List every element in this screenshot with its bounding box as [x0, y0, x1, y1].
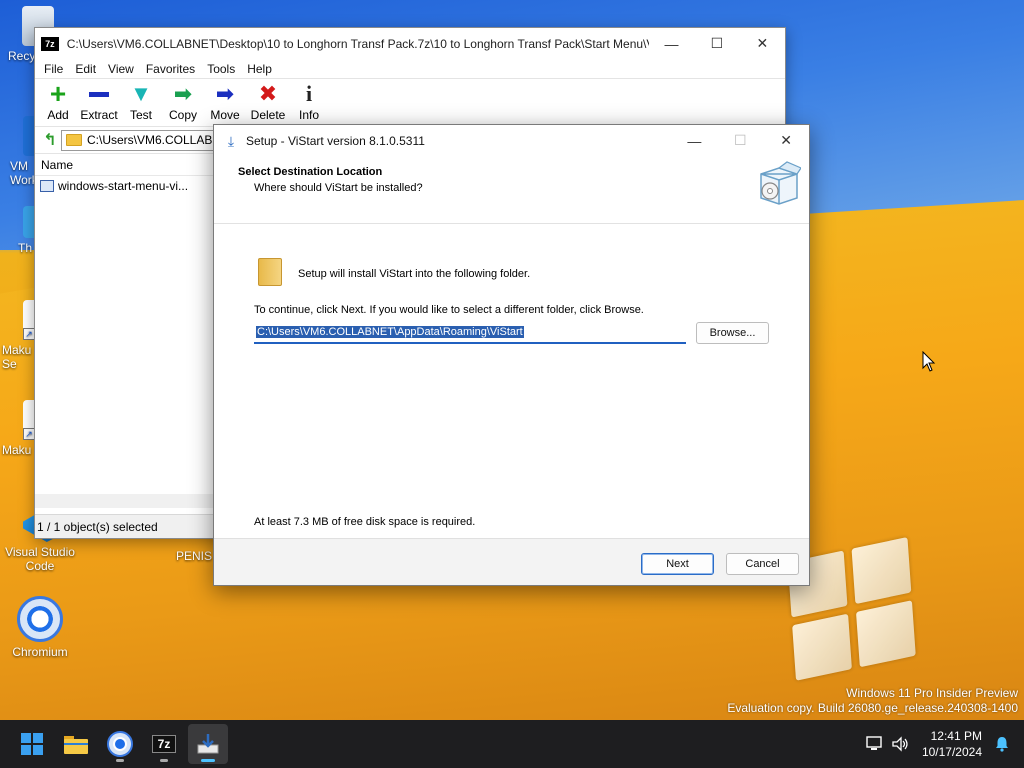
delete-button[interactable]: ✖ Delete	[246, 79, 290, 126]
extract-button[interactable]: Extract	[78, 79, 120, 126]
chromium-icon	[17, 596, 63, 642]
disk-space-text: At least 7.3 MB of free disk space is re…	[254, 516, 476, 528]
taskbar-file-explorer[interactable]	[56, 724, 96, 764]
minimize-button[interactable]: —	[671, 125, 717, 156]
cancel-button[interactable]: Cancel	[726, 553, 799, 575]
move-button[interactable]: ➡ Move	[204, 79, 246, 126]
info-button[interactable]: i Info	[290, 79, 328, 126]
move-label: Move	[210, 108, 240, 122]
desktop-icon-label: Maku Se	[2, 343, 32, 371]
os-watermark: Windows 11 Pro Insider Preview Evaluatio…	[727, 686, 1018, 716]
close-button[interactable]: ✕	[763, 125, 809, 156]
7zip-titlebar[interactable]: 7z C:\Users\VM6.COLLABNET\Desktop\10 to …	[35, 28, 785, 59]
file-icon	[40, 179, 54, 192]
up-folder-icon[interactable]: ↰	[39, 130, 61, 150]
test-button[interactable]: ▼ Test	[120, 79, 162, 126]
network-icon[interactable]	[866, 736, 884, 752]
setup-titlebar[interactable]: ⤓ Setup - ViStart version 8.1.0.5311 — ☐…	[214, 125, 809, 156]
destination-path-value: C:\Users\VM6.COLLABNET\AppData\Roaming\V…	[256, 326, 524, 338]
desktop-icon-label: Visual Studio Code	[5, 545, 75, 573]
delete-icon: ✖	[258, 81, 278, 106]
extract-label: Extract	[80, 108, 118, 122]
mouse-cursor-icon	[922, 351, 936, 372]
running-indicator	[116, 759, 124, 762]
7zip-menubar: File Edit View Favorites Tools Help	[35, 59, 785, 79]
setup-footer: Next Cancel	[214, 538, 809, 585]
close-button[interactable]: ✕	[740, 28, 785, 59]
menu-help[interactable]: Help	[241, 62, 278, 76]
clock-time: 12:41 PM	[930, 729, 982, 743]
page-subheading: Where should ViStart be installed?	[254, 182, 423, 194]
browse-button[interactable]: Browse...	[696, 322, 769, 344]
taskbar: 7z 12:41 PM 10/17/2024	[0, 720, 1024, 768]
maximize-button[interactable]: ☐	[694, 28, 739, 59]
setup-header: Select Destination Location Where should…	[214, 156, 809, 224]
menu-edit[interactable]: Edit	[69, 62, 102, 76]
notification-bell-icon[interactable]	[994, 736, 1010, 752]
setup-dialog: ⤓ Setup - ViStart version 8.1.0.5311 — ☐…	[213, 124, 810, 586]
taskbar-chromium[interactable]	[100, 724, 140, 764]
start-button[interactable]	[12, 724, 52, 764]
menu-file[interactable]: File	[38, 62, 69, 76]
watermark-line1: Windows 11 Pro Insider Preview	[846, 686, 1018, 700]
copy-button[interactable]: ➡ Copy	[162, 79, 204, 126]
install-info-text: Setup will install ViStart into the foll…	[298, 268, 531, 280]
column-name-label: Name	[41, 157, 74, 172]
7zip-logo-icon: 7z	[41, 36, 59, 51]
taskbar-7zip[interactable]: 7z	[144, 724, 184, 764]
menu-favorites[interactable]: Favorites	[140, 62, 201, 76]
copy-icon: ➡	[173, 81, 193, 106]
7zip-icon: 7z	[152, 735, 176, 753]
add-icon: +	[49, 78, 67, 109]
7zip-window-title: C:\Users\VM6.COLLABNET\Desktop\10 to Lon…	[66, 36, 649, 51]
menu-view[interactable]: View	[102, 62, 140, 76]
info-icon: i	[305, 81, 313, 106]
desktop-icon-chromium[interactable]: Chromium	[2, 596, 78, 659]
menu-tools[interactable]: Tools	[201, 62, 241, 76]
maximize-button: ☐	[733, 132, 747, 148]
installer-icon: ⤓	[227, 132, 235, 149]
copy-label: Copy	[168, 108, 197, 122]
taskbar-setup[interactable]	[188, 724, 228, 764]
setup-body: Setup will install ViStart into the foll…	[214, 224, 809, 540]
extract-icon	[87, 82, 111, 106]
minimize-button[interactable]: —	[649, 28, 694, 59]
destination-path-input[interactable]: C:\Users\VM6.COLLABNET\AppData\Roaming\V…	[254, 322, 686, 344]
folder-icon	[66, 134, 82, 146]
next-button[interactable]: Next	[641, 553, 714, 575]
status-text: 1 / 1 object(s) selected	[37, 519, 158, 534]
add-button[interactable]: + Add	[38, 79, 78, 126]
running-indicator	[160, 759, 168, 762]
volume-icon[interactable]	[892, 736, 910, 752]
watermark-line2: Evaluation copy. Build 26080.ge_release.…	[727, 701, 1018, 715]
clock-date: 10/17/2024	[921, 745, 982, 759]
installer-icon	[197, 734, 219, 754]
address-text: C:\Users\VM6.COLLABNE	[87, 133, 230, 147]
file-name: windows-start-menu-vi...	[58, 178, 189, 193]
active-indicator	[201, 759, 215, 762]
info-label: Info	[298, 108, 319, 122]
chromium-icon	[107, 731, 133, 757]
file-explorer-icon	[64, 736, 88, 754]
windows-start-icon	[21, 733, 43, 755]
delete-label: Delete	[250, 108, 286, 122]
horizontal-scrollbar[interactable]	[35, 494, 215, 508]
add-label: Add	[47, 108, 69, 122]
page-heading: Select Destination Location	[238, 166, 383, 178]
install-box-icon	[760, 161, 801, 205]
clock[interactable]: 12:41 PM 10/17/2024	[922, 728, 982, 760]
folder-icon	[258, 258, 282, 286]
setup-title: Setup - ViStart version 8.1.0.5311	[245, 133, 425, 148]
7zip-toolbar: + Add Extract ▼ Test ➡ Copy ➡ Move ✖ Del…	[35, 79, 785, 127]
move-icon: ➡	[215, 81, 235, 106]
test-label: Test	[129, 108, 152, 122]
system-tray: 12:41 PM 10/17/2024	[866, 720, 1024, 768]
desktop-icon-label: Chromium	[12, 645, 68, 659]
test-icon: ▼	[130, 81, 152, 106]
instruction-text: To continue, click Next. If you would li…	[254, 304, 644, 316]
